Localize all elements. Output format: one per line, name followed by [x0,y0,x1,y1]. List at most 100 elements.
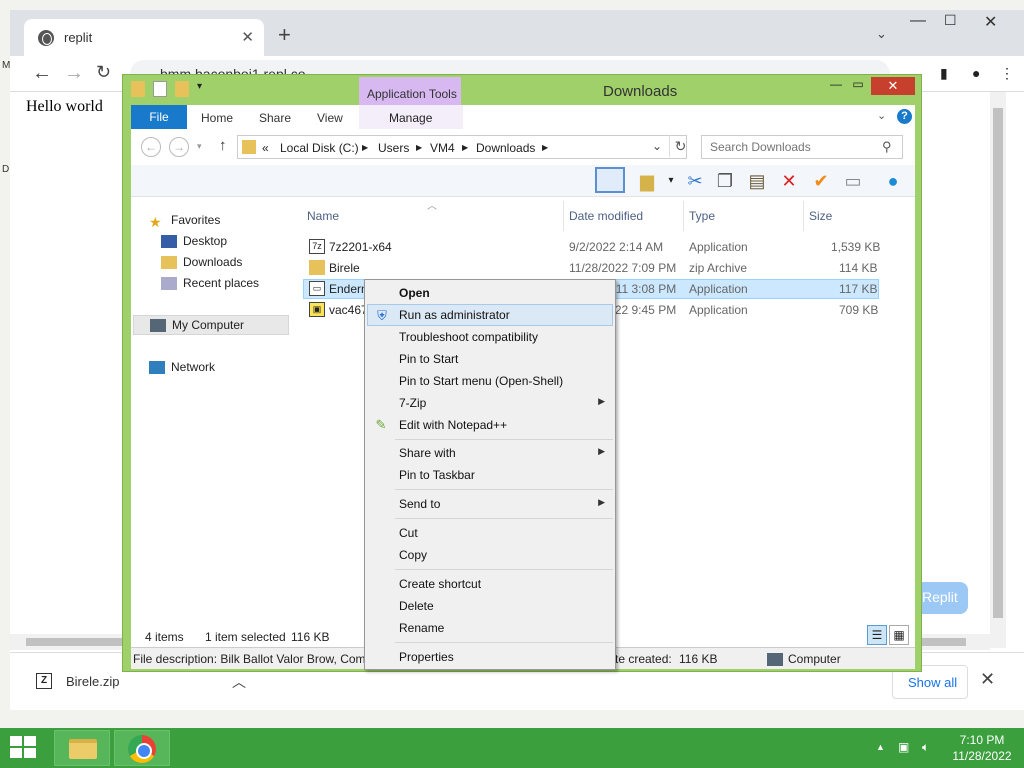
chevron-right-icon[interactable]: ▶ [362,143,368,152]
menu-item-create-shortcut[interactable]: Create shortcut [367,573,613,595]
nav-network[interactable]: Network [149,360,215,380]
tab-search-icon[interactable]: ⌄ [876,26,887,42]
profile-icon[interactable]: ● [972,65,988,81]
dropdown-icon[interactable]: ▾ [659,169,683,193]
column-separator[interactable] [683,201,684,231]
menu-item-run-as-administrator[interactable]: ⛨ Run as administrator [367,304,613,326]
tab-home[interactable]: Home [201,111,233,125]
close-download-bar-icon[interactable]: ✕ [980,669,995,690]
globe-icon [38,30,54,46]
back-icon[interactable]: ← [32,63,52,83]
nav-favorites[interactable]: ★ Favorites [149,213,220,233]
menu-item-rename[interactable]: Rename [367,617,613,639]
nav-recent-places[interactable]: Recent places [161,276,259,296]
tab-share[interactable]: Share [259,111,291,125]
address-dropdown-icon[interactable]: ⌄ [652,139,662,153]
help-icon[interactable]: ? [897,109,912,124]
details-view-icon[interactable]: ☰ [867,625,887,645]
chevron-down-icon[interactable]: ⌄ [877,109,886,122]
menu-item-edit-with-notepadpp[interactable]: ✎ Edit with Notepad++ [367,414,613,436]
nav-downloads[interactable]: Downloads [161,255,242,275]
up-icon[interactable]: ↑ [219,137,227,154]
column-header-size[interactable]: Size [809,209,832,223]
large-icons-view-icon[interactable]: ▦ [889,625,909,645]
breadcrumb-overflow[interactable]: « [262,141,269,155]
chevron-up-icon[interactable]: ︿ [232,672,246,692]
close-window-icon[interactable]: ✕ [984,12,997,32]
menu-item-7zip[interactable]: 7-Zip ▶ [367,392,613,414]
menu-item-copy[interactable]: Copy [367,544,613,566]
breadcrumb-local-disk[interactable]: Local Disk (C:) [280,141,359,155]
menu-item-pin-to-taskbar[interactable]: Pin to Taskbar [367,464,613,486]
checkmark-icon[interactable]: ✔ [809,169,833,193]
tab-manage[interactable]: Manage [359,105,463,129]
close-window-icon[interactable]: ✕ [871,77,915,95]
folder-options-icon[interactable]: ▆ [635,169,659,193]
qat-dropdown-icon[interactable]: ▾ [197,81,202,97]
chevron-right-icon[interactable]: ▶ [416,143,422,152]
extensions-icon[interactable]: ▮ [940,65,956,81]
cut-icon[interactable]: ✂ [683,169,707,193]
back-icon[interactable]: ← [141,137,161,157]
new-tab-button[interactable]: + [278,24,291,46]
menu-separator [395,569,613,570]
page-vertical-scrollbar[interactable] [990,92,1006,648]
browser-tab[interactable]: replit ✕ [24,19,264,56]
network-icon[interactable]: ▣ [898,740,909,754]
column-header-type[interactable]: Type [689,209,715,223]
search-input[interactable] [703,137,879,157]
forward-icon[interactable]: → [64,63,84,83]
chevron-right-icon[interactable]: ▶ [542,143,548,152]
windows-start-icon[interactable] [10,736,38,760]
copy-icon[interactable]: ❐ [713,169,737,193]
tab-close-icon[interactable]: ✕ [241,28,254,46]
chrome-icon [128,735,156,763]
tab-file[interactable]: File [131,105,187,129]
menu-item-pin-to-start-menu[interactable]: Pin to Start menu (Open-Shell) [367,370,613,392]
menu-item-share-with[interactable]: Share with ▶ [367,442,613,464]
breadcrumb-users[interactable]: Users [378,141,409,155]
new-folder-icon[interactable] [175,81,189,97]
breadcrumb[interactable]: « Local Disk (C:) ▶ Users ▶ VM4 ▶ Downlo… [237,135,687,159]
menu-item-cut[interactable]: Cut [367,522,613,544]
chevron-right-icon[interactable]: ▶ [462,143,468,152]
tab-view[interactable]: View [317,111,343,125]
system-clock[interactable]: 7:10 PM 11/28/2022 [944,732,1020,764]
forward-icon[interactable]: → [169,137,189,157]
paste-icon[interactable]: ▤ [745,169,769,193]
rename-icon[interactable]: ▭ [841,169,865,193]
column-header-name[interactable]: Name [307,209,339,223]
menu-item-delete[interactable]: Delete [367,595,613,617]
column-header-date[interactable]: Date modified [569,209,643,223]
nav-desktop[interactable]: Desktop [161,234,227,254]
delete-icon[interactable]: ✕ [777,169,801,193]
breadcrumb-downloads[interactable]: Downloads [476,141,535,155]
reload-icon[interactable]: ↻ [96,63,111,81]
volume-icon[interactable]: 🔈︎ [922,740,929,755]
maximize-icon[interactable]: ▭ [845,77,871,95]
folder-icon[interactable] [131,81,145,97]
globe-icon[interactable]: ● [881,169,905,193]
menu-item-open[interactable]: Open [367,282,613,304]
taskbar-file-explorer[interactable] [54,730,110,766]
menu-item-pin-to-start[interactable]: Pin to Start [367,348,613,370]
menu-item-properties[interactable]: Properties [367,646,613,668]
properties-icon[interactable] [153,81,167,97]
menu-item-troubleshoot-compatibility[interactable]: Troubleshoot compatibility [367,326,613,348]
menu-item-send-to[interactable]: Send to ▶ [367,493,613,515]
table-row[interactable]: 7z 7z2201-x64 9/2/2022 2:14 AM Applicati… [303,237,880,257]
minimize-icon[interactable]: — [910,12,926,30]
breadcrumb-vm4[interactable]: VM4 [430,141,455,155]
tray-expand-icon[interactable]: ▲ [876,742,885,752]
search-field[interactable]: ⚲ [701,135,903,159]
preview-pane-icon[interactable] [595,167,625,193]
column-separator[interactable] [803,201,804,231]
recent-locations-icon[interactable]: ▾ [197,141,202,152]
table-row[interactable]: Birele 11/28/2022 7:09 PM zip Archive 11… [303,258,879,278]
taskbar-chrome[interactable] [114,730,170,766]
column-separator[interactable] [563,201,564,231]
nav-my-computer[interactable]: My Computer [133,315,289,335]
menu-kebab-icon[interactable]: ⋮ [1000,65,1016,81]
maximize-icon[interactable]: ☐ [944,12,957,29]
refresh-icon[interactable]: ↻ [669,135,691,157]
